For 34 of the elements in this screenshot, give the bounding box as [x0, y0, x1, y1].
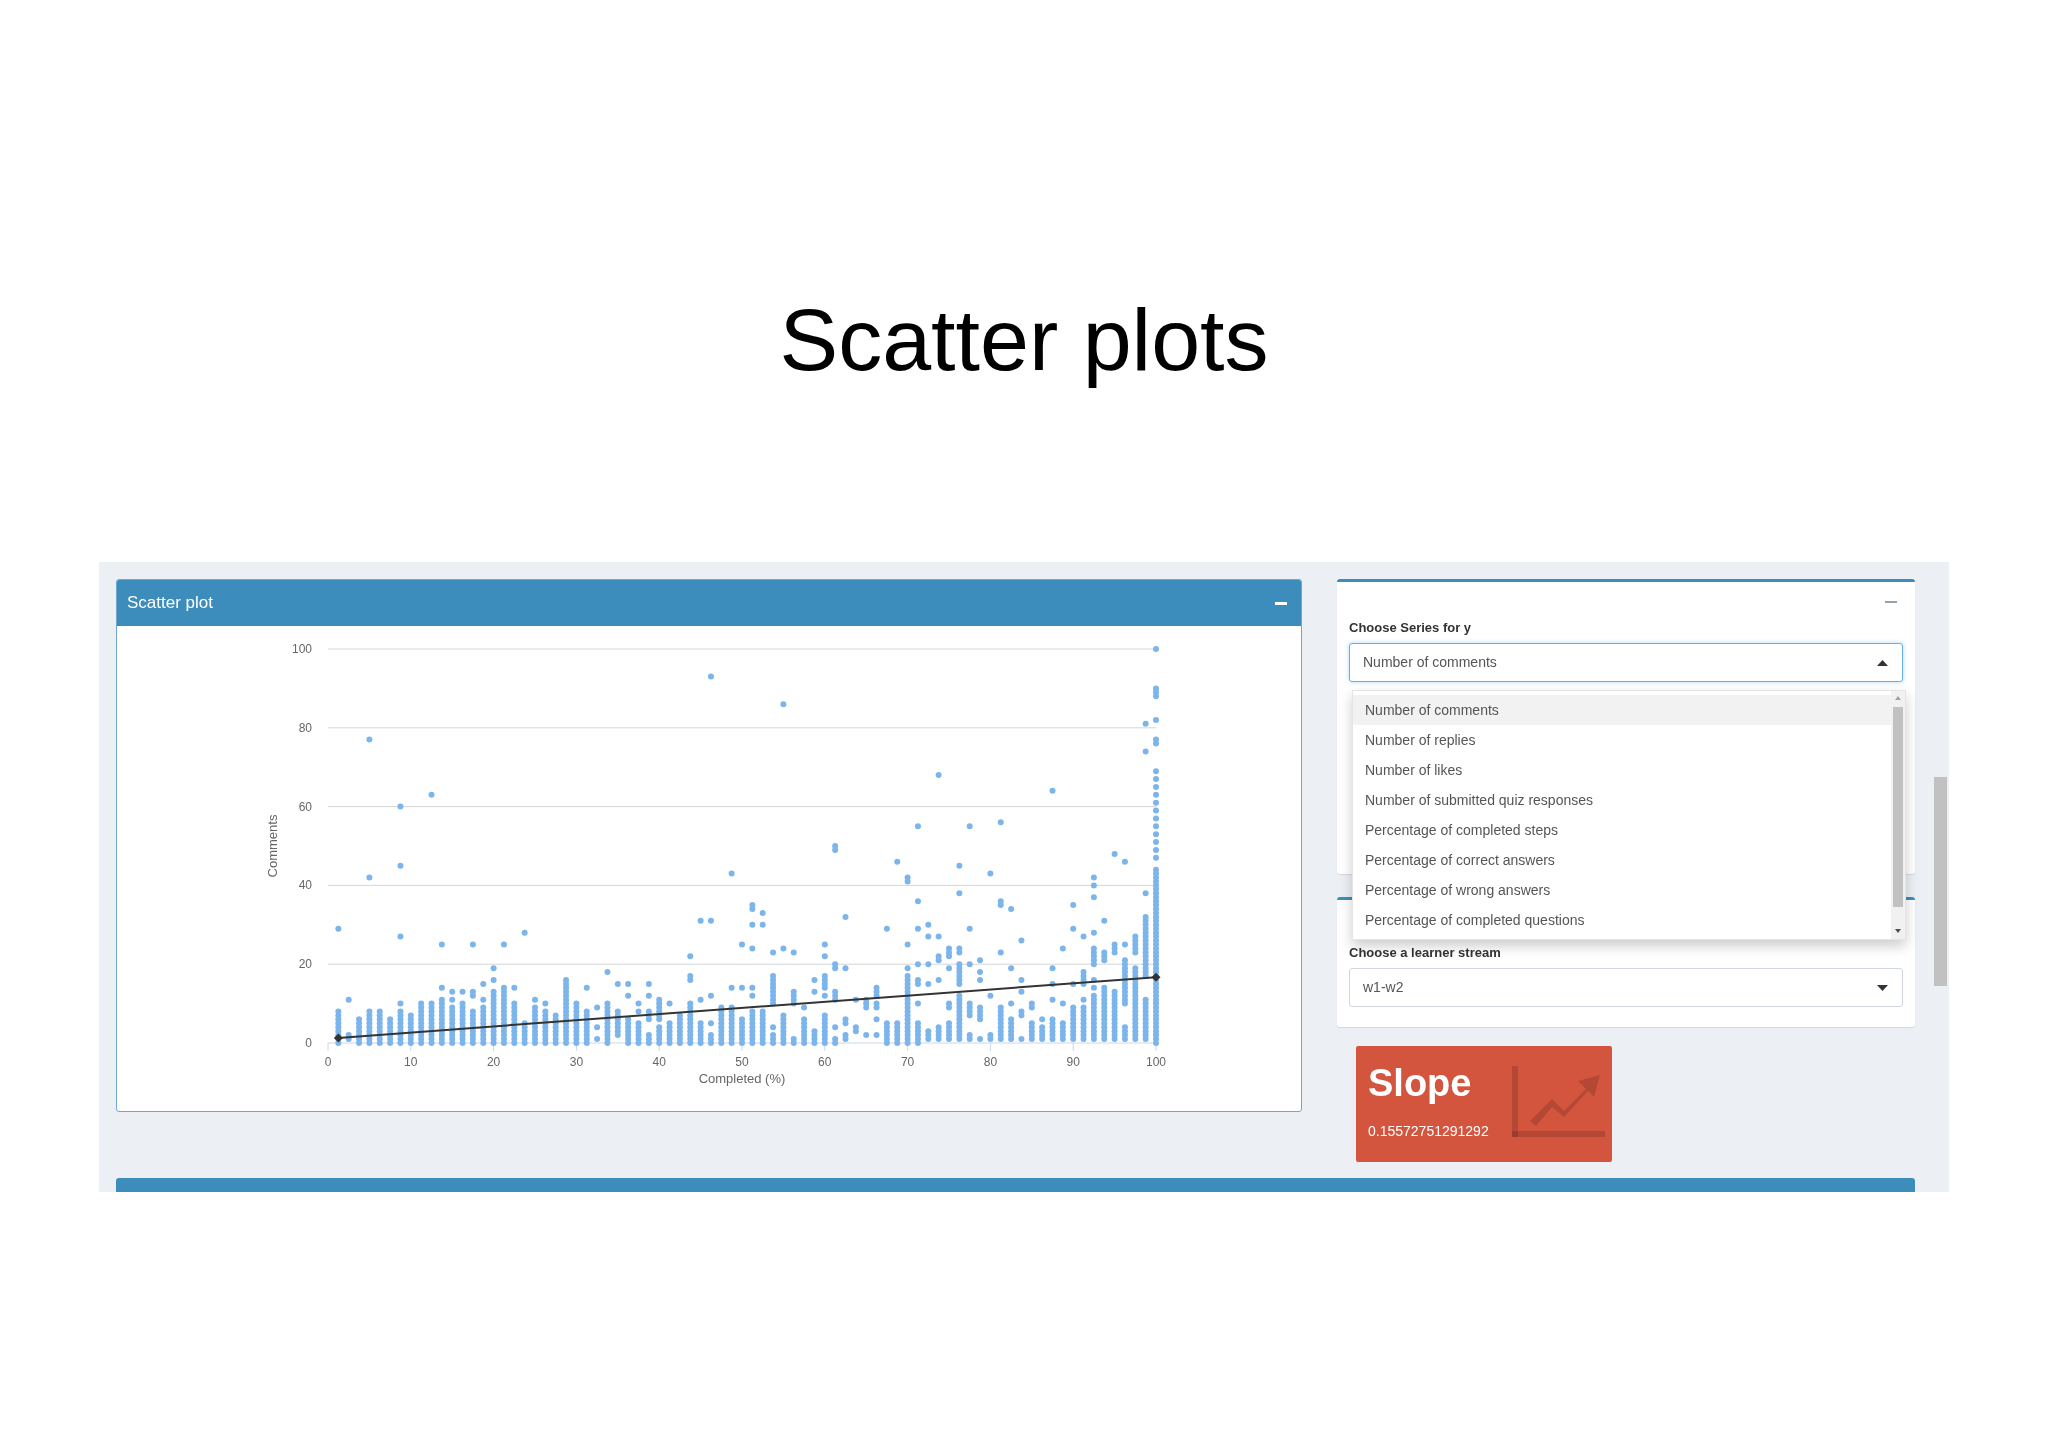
x-tick-label: 30 [569, 1055, 584, 1069]
y-tick-label: 80 [298, 720, 312, 735]
x-axis-title: Completed (%) [698, 1071, 786, 1086]
page-scrollbar[interactable] [1934, 777, 1947, 986]
dropdown-option[interactable]: Number of comments [1353, 695, 1891, 725]
x-tick-label: 90 [1066, 1055, 1080, 1069]
field-label: Choose a learner stream [1349, 944, 1502, 962]
select-field[interactable]: Number of comments [1349, 643, 1903, 682]
line-chart-icon [1512, 1066, 1605, 1137]
x-tick-label: 20 [486, 1055, 501, 1069]
minus-icon [1885, 601, 1897, 603]
caret-down-icon [1877, 984, 1888, 991]
panel-title: Scatter plot [127, 592, 213, 615]
y-axis-title: Comments [265, 814, 280, 878]
stat-value: 0.15572751291292 [1368, 1123, 1489, 1139]
caret-up-icon [1877, 659, 1888, 666]
y-tick-label: 20 [298, 957, 312, 972]
stat-title: Slope [1368, 1064, 1473, 1102]
x-tick-label: 50 [735, 1055, 749, 1069]
y-tick-label: 40 [298, 878, 312, 893]
x-tick-label: 10 [404, 1055, 418, 1069]
select-field[interactable]: w1-w2 [1349, 968, 1903, 1007]
field-label: Choose Series for y [1349, 619, 1473, 637]
minus-icon [1275, 601, 1287, 605]
y-tick-label: 60 [298, 799, 312, 814]
x-tick-label: 60 [818, 1055, 832, 1069]
y-tick-label: 100 [291, 642, 312, 656]
x-tick-label: 70 [900, 1055, 915, 1069]
x-tick-label: 0 [324, 1055, 332, 1069]
x-tick-label: 80 [983, 1055, 998, 1069]
y-tick-label: 0 [305, 1036, 312, 1050]
x-tick-label: 40 [652, 1055, 666, 1069]
scrollbar[interactable] [1891, 691, 1905, 939]
x-tick-label: 100 [1146, 1055, 1166, 1069]
